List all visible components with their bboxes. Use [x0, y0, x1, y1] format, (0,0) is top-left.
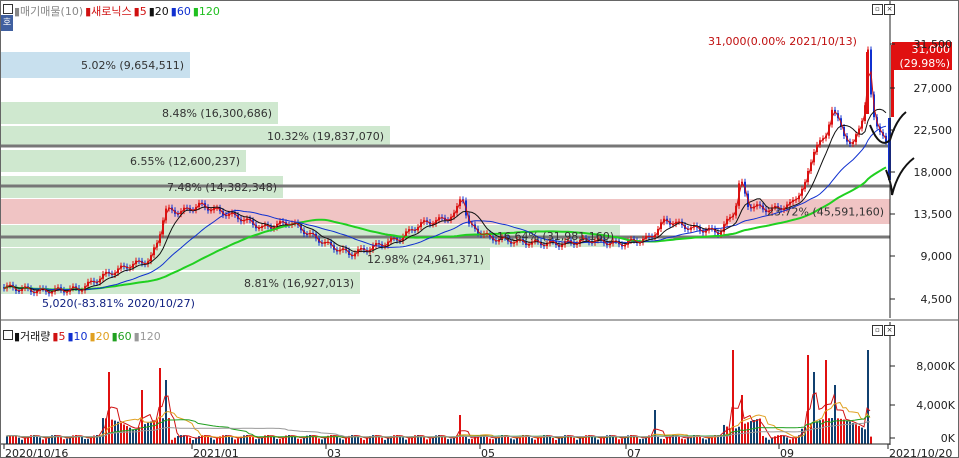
volume-profile-label: 5.02% (9,654,511) — [81, 59, 184, 72]
price-legend: ▮매기매물(10) ▮새로닉스 ▮5 ▮20 ▮60 ▮120 — [14, 3, 222, 19]
price-y-tick: 22,500 — [914, 124, 953, 137]
volume-y-tick: 8,000K — [916, 360, 955, 373]
volume-ma60-line — [5, 415, 870, 438]
x-tick-label: 2020/10/16 — [5, 447, 68, 458]
price-y-axis: 31,500 27,000 22,500 18,000 13,500 9,000 4,500 — [890, 38, 952, 306]
price-panel-restore-button[interactable]: ▫ — [872, 4, 883, 15]
volume-profile-label: 7.48% (14,382,348) — [167, 181, 277, 194]
volume-profile-label: 6.55% (12,600,237) — [130, 155, 240, 168]
volume-legend-item: ▮120 — [133, 330, 161, 343]
volume-ma120-line — [5, 421, 870, 438]
price-legend-item: ▮120 — [192, 5, 220, 18]
volume-ma20-line — [5, 401, 871, 438]
x-axis: 2020/10/16 2021/01 03 05 07 09 2021/10/20 — [3, 444, 952, 458]
volume-profile-label: 10.32% (19,837,070) — [267, 130, 384, 143]
price-panel-close-button[interactable]: × — [884, 4, 895, 15]
volume-profile-label: 23.72% (45,591,160) — [767, 206, 884, 219]
volume-profile-label: 8.48% (16,300,686) — [162, 107, 272, 120]
x-tick-label: 2021/01 — [193, 447, 239, 458]
price-legend-item: ▮매기매물(10) — [14, 5, 84, 18]
side-tab[interactable]: 호 — [1, 15, 13, 31]
volume-legend-item: ▮10 — [67, 330, 88, 343]
price-legend-item: ▮60 — [170, 5, 191, 18]
x-tick-label: 05 — [481, 447, 495, 458]
price-panel-checkbox[interactable] — [3, 4, 13, 14]
price-legend-item: ▮20 — [148, 5, 169, 18]
volume-profile-label: 8.81% (16,927,013) — [244, 277, 354, 290]
price-legend-item: ▮5 — [133, 5, 147, 18]
price-y-tick: 4,500 — [921, 293, 953, 306]
volume-ma5-line — [5, 392, 871, 439]
volume-panel-restore-button[interactable]: ▫ — [872, 325, 883, 336]
x-tick-label: 09 — [780, 447, 794, 458]
volume-bars — [6, 350, 872, 444]
volume-legend-item: ▮20 — [89, 330, 110, 343]
volume-legend-item: ▮거래량 — [14, 330, 51, 343]
last-change: (29.98%) — [899, 57, 950, 70]
low-annotation: 5,020(-83.81% 2020/10/27) — [42, 297, 195, 310]
high-annotation: 31,000(0.00% 2021/10/13) — [708, 35, 857, 48]
price-y-tick: 27,000 — [914, 82, 953, 95]
volume-legend: ▮거래량 ▮5 ▮10 ▮20 ▮60 ▮120 — [14, 328, 163, 344]
x-tick-label: 2021/10/20 — [889, 447, 952, 458]
volume-profile-label: 12.98% (24,961,371) — [367, 253, 484, 266]
volume-profile-label: 16.64% (31,981,160) — [497, 230, 614, 243]
price-legend-item: ▮새로닉스 — [85, 5, 132, 18]
price-y-tick: 31,500 — [914, 38, 953, 51]
volume-y-axis: 8,000K 4,000K 0K — [890, 360, 956, 445]
volume-panel-close-button[interactable]: × — [884, 325, 895, 336]
volume-y-tick: 4,000K — [916, 399, 955, 412]
price-y-tick: 13,500 — [914, 208, 953, 221]
volume-y-tick: 0K — [941, 432, 956, 445]
volume-panel-checkbox[interactable] — [3, 330, 13, 340]
price-chart[interactable]: 5.02% (9,654,511) 8.48% (16,300,686) 10.32… — [0, 0, 959, 320]
volume-legend-item: ▮60 — [111, 330, 132, 343]
x-tick-label: 07 — [627, 447, 641, 458]
volume-legend-item: ▮5 — [52, 330, 66, 343]
price-y-tick: 9,000 — [921, 250, 953, 263]
x-tick-label: 03 — [327, 447, 341, 458]
price-y-tick: 18,000 — [914, 166, 953, 179]
